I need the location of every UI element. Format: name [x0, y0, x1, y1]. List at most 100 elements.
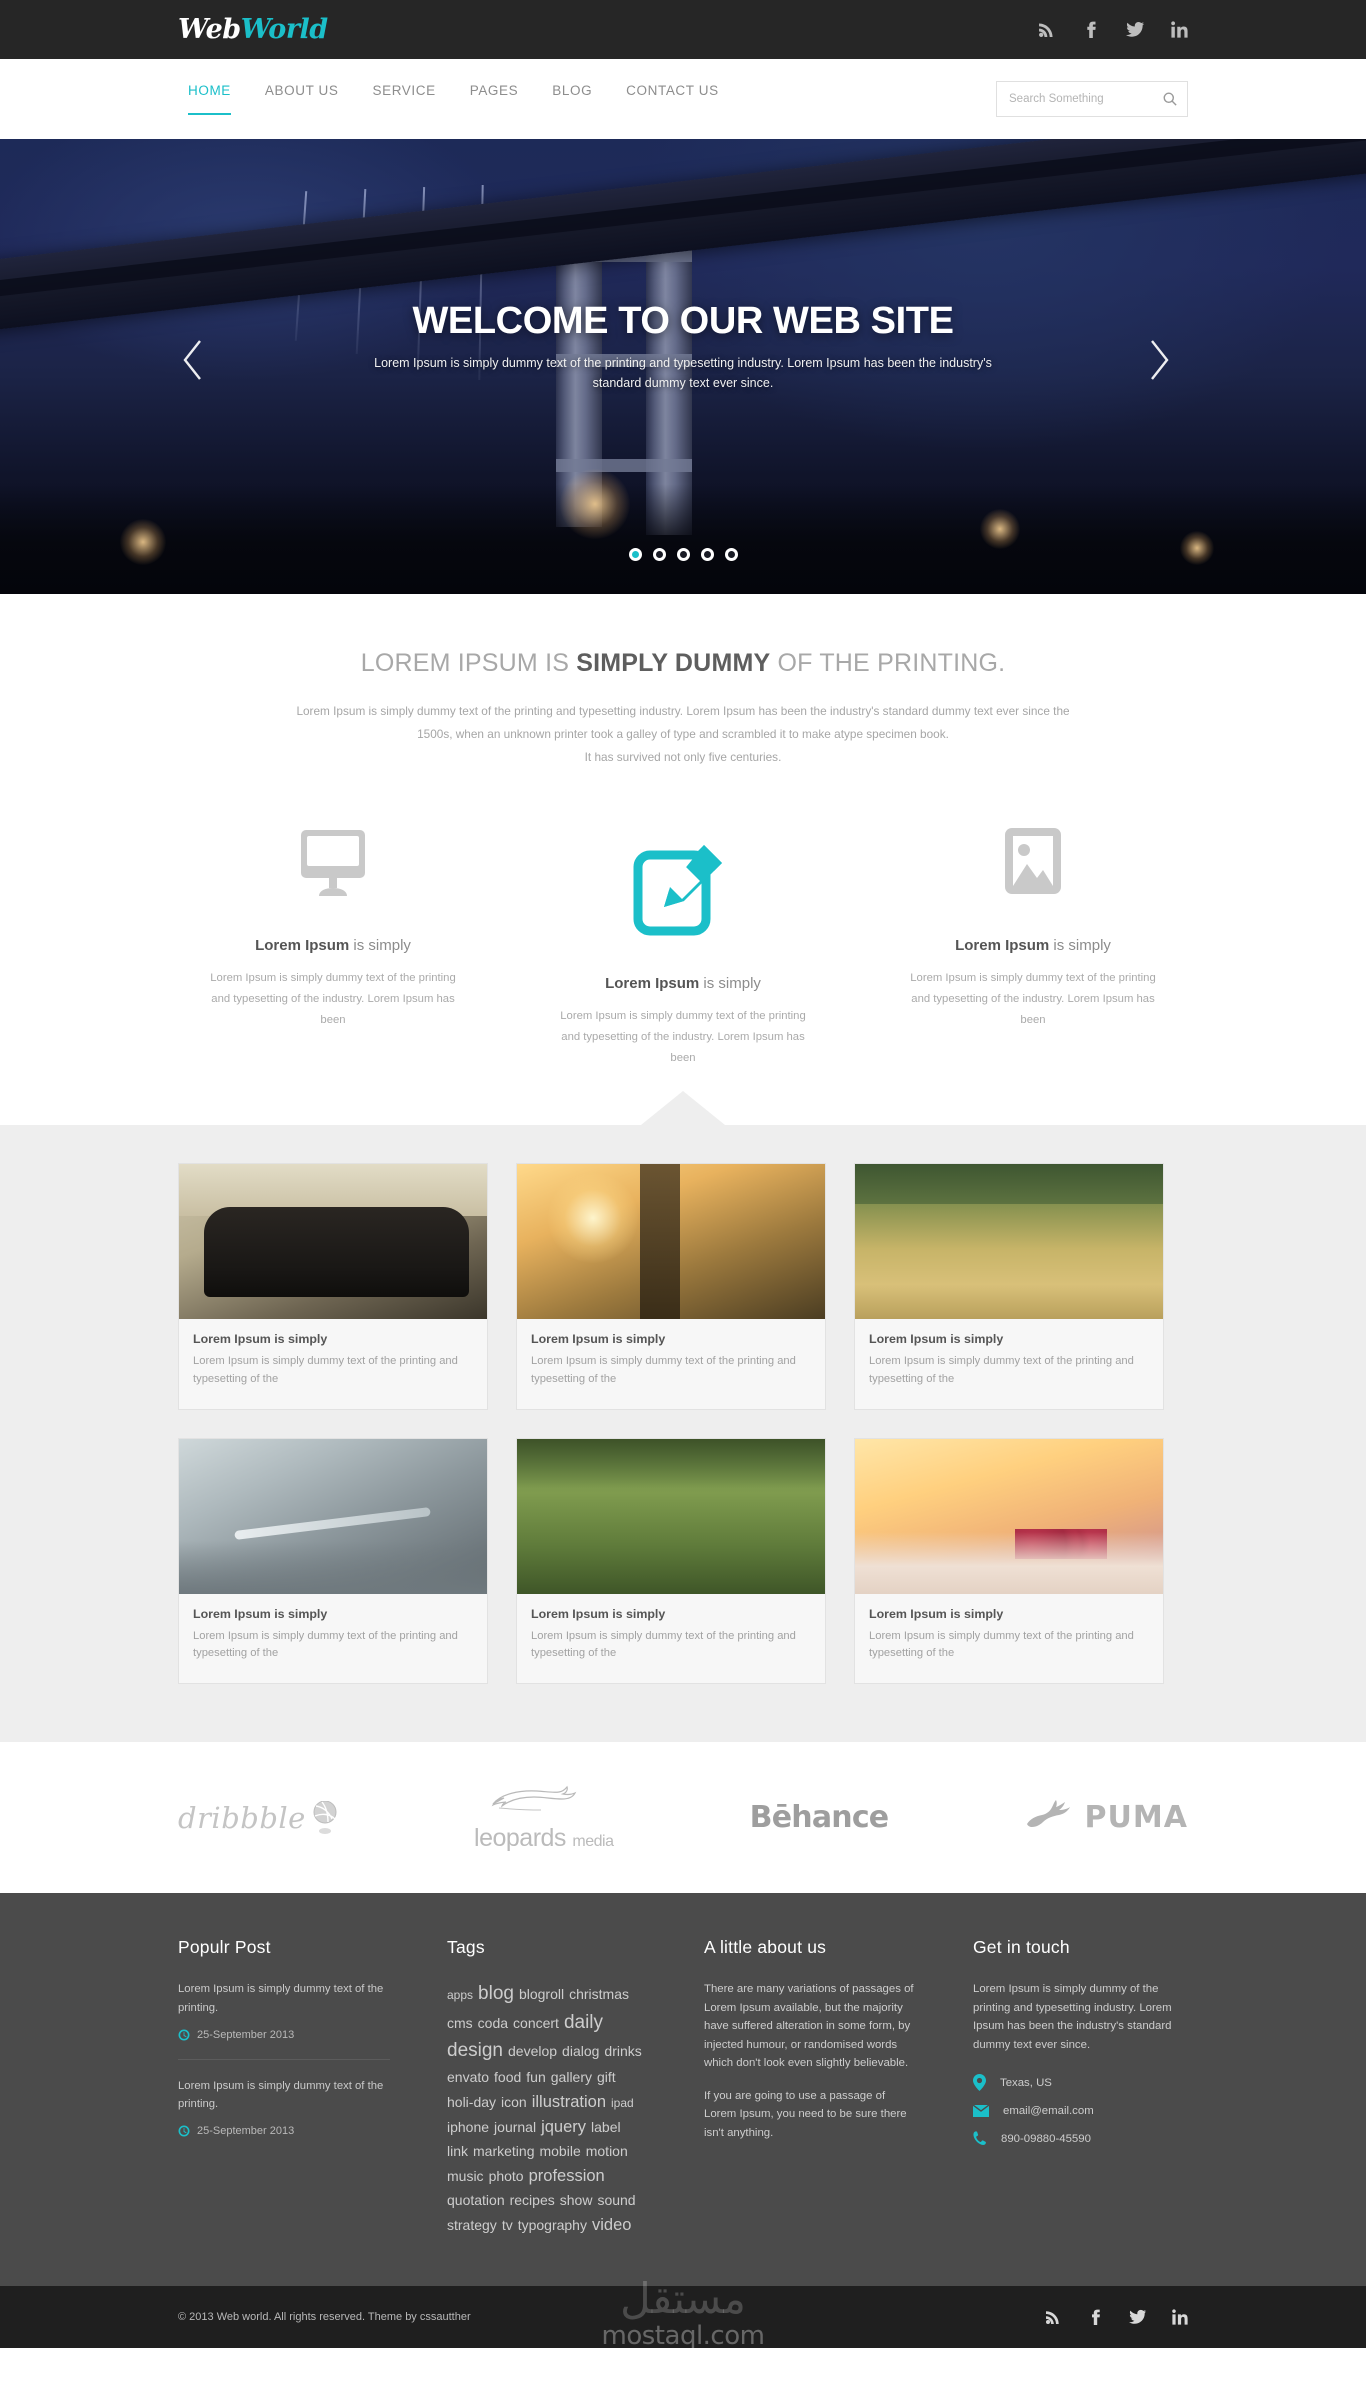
hero-dot-3[interactable]	[676, 548, 690, 561]
monitor-icon	[178, 809, 488, 919]
hero-dot-4[interactable]	[700, 548, 714, 561]
tag-item[interactable]: holi-day	[447, 2092, 496, 2113]
feature-card-monitor[interactable]: Lorem Ipsum is simply Lorem Ipsum is sim…	[178, 809, 488, 1031]
tag-item[interactable]: drinks	[604, 2041, 641, 2062]
popular-post-item[interactable]: Lorem Ipsum is simply dummy text of the …	[178, 2077, 390, 2140]
tag-item[interactable]: music	[447, 2166, 484, 2187]
contact-address-text: Texas, US	[1000, 2076, 1052, 2089]
portfolio-card-title: Lorem Ipsum is simply	[193, 1331, 328, 1346]
bottom-bar: © 2013 Web world. All rights reserved. T…	[0, 2285, 1366, 2348]
site-logo[interactable]: WebWorld	[178, 14, 328, 45]
tag-item[interactable]: blogroll	[519, 1984, 564, 2005]
tag-item[interactable]: fun	[526, 2067, 545, 2088]
contact-email-line[interactable]: email@email.com	[973, 2105, 1188, 2118]
portfolio-card[interactable]: Lorem Ipsum is simply Lorem Ipsum is sim…	[178, 1162, 488, 1410]
feature-card-image[interactable]: Lorem Ipsum is simply Lorem Ipsum is sim…	[878, 809, 1188, 1031]
tag-item[interactable]: mobile	[539, 2141, 580, 2162]
tag-item[interactable]: dialog	[562, 2041, 599, 2062]
tag-item[interactable]: cms	[447, 2013, 473, 2034]
tag-item[interactable]: blog	[478, 1980, 514, 2009]
nav-item-about-us[interactable]: ABOUT US	[248, 83, 356, 115]
contact-phone-line[interactable]: 890-09880-45590	[973, 2131, 1188, 2146]
hero-dot-1[interactable]	[628, 548, 642, 561]
popular-post-date: 25-September 2013	[178, 2026, 390, 2044]
tag-item[interactable]: video	[592, 2213, 631, 2238]
tag-item[interactable]: recipes	[510, 2190, 555, 2211]
search-input[interactable]	[1009, 93, 1163, 105]
tag-item[interactable]: typography	[518, 2215, 587, 2236]
popular-post-heading: Populr Post	[178, 1937, 271, 1958]
portfolio-card[interactable]: Lorem Ipsum is simply Lorem Ipsum is sim…	[516, 1162, 826, 1410]
tag-item[interactable]: gallery	[551, 2067, 592, 2088]
tag-item[interactable]: apps	[447, 1986, 473, 2004]
tag-item[interactable]: christmas	[569, 1984, 629, 2005]
tag-item[interactable]: profession	[529, 2164, 605, 2189]
tag-item[interactable]: photo	[489, 2166, 524, 2187]
tag-item[interactable]: tv	[502, 2215, 513, 2236]
contact-phone-text: 890-09880-45590	[1001, 2132, 1091, 2145]
linkedin-icon[interactable]	[1171, 21, 1188, 38]
tag-item[interactable]: concert	[513, 2013, 559, 2034]
tag-item[interactable]: jquery	[541, 2115, 586, 2140]
nav-item-home[interactable]: HOME	[178, 83, 248, 115]
dribbble-logo[interactable]: dribbble	[178, 1800, 338, 1835]
tag-item[interactable]: marketing	[473, 2141, 534, 2162]
tag-item[interactable]: coda	[478, 2013, 508, 2034]
facebook-icon[interactable]	[1082, 21, 1099, 38]
tag-item[interactable]: design	[447, 2037, 503, 2066]
nav-item-pages[interactable]: PAGES	[453, 83, 536, 115]
about-paragraph-2: If you are going to use a passage of Lor…	[704, 2089, 907, 2139]
tag-item[interactable]: daily	[564, 2009, 603, 2038]
tag-item[interactable]: envato	[447, 2067, 489, 2088]
linkedin-icon[interactable]	[1172, 2309, 1188, 2325]
portfolio-card[interactable]: Lorem Ipsum is simply Lorem Ipsum is sim…	[516, 1437, 826, 1685]
page-root: WebWorld HOME ABOUT US SERVICE PAGES BLO…	[0, 0, 1366, 2348]
hero-dot-5[interactable]	[724, 548, 738, 561]
portfolio-card[interactable]: Lorem Ipsum is simply Lorem Ipsum is sim…	[854, 1162, 1164, 1410]
tag-item[interactable]: quotation	[447, 2190, 505, 2211]
leopards-media-logo[interactable]: leopards media	[474, 1782, 614, 1853]
portfolio-card[interactable]: Lorem Ipsum is simply Lorem Ipsum is sim…	[178, 1437, 488, 1685]
tag-item[interactable]: show	[560, 2190, 593, 2211]
tag-item[interactable]: label	[591, 2117, 621, 2138]
nav-item-contact-us[interactable]: CONTACT US	[609, 83, 736, 115]
raspberries-photo	[855, 1438, 1163, 1594]
puma-cat-icon	[1026, 1799, 1070, 1827]
tag-item[interactable]: journal	[494, 2117, 536, 2138]
portfolio-card[interactable]: Lorem Ipsum is simply Lorem Ipsum is sim…	[854, 1437, 1164, 1685]
tag-item[interactable]: iphone	[447, 2117, 489, 2138]
twitter-icon[interactable]	[1126, 21, 1144, 38]
rss-icon[interactable]	[1038, 21, 1055, 38]
tag-item[interactable]: strategy	[447, 2215, 497, 2236]
puma-logo[interactable]: PUMA	[1025, 1798, 1188, 1838]
tag-item[interactable]: develop	[508, 2041, 557, 2062]
tag-item[interactable]: link	[447, 2141, 468, 2162]
behance-logo[interactable]: Bēhance	[750, 1800, 890, 1835]
hero-dot-2[interactable]	[652, 548, 666, 561]
tag-item[interactable]: sound	[597, 2190, 635, 2211]
tag-item[interactable]: ipad	[611, 2094, 634, 2112]
about-paragraph-1: There are many variations of passages of…	[704, 1983, 914, 2070]
search-icon[interactable]	[1163, 92, 1177, 106]
hero-prev-arrow[interactable]	[180, 337, 220, 397]
feature-title-rest: is simply	[349, 937, 411, 954]
feature-card-edit[interactable]: Lorem Ipsum is simply Lorem Ipsum is sim…	[528, 827, 838, 1069]
popular-post-item[interactable]: Lorem Ipsum is simply dummy text of the …	[178, 1980, 390, 2043]
tag-item[interactable]: motion	[586, 2141, 628, 2162]
tag-item[interactable]: icon	[501, 2092, 527, 2113]
portfolio-grid: Lorem Ipsum is simply Lorem Ipsum is sim…	[178, 1162, 1188, 1685]
hero-next-arrow[interactable]	[1146, 337, 1186, 397]
twitter-icon[interactable]	[1129, 2309, 1146, 2325]
tag-item[interactable]: gift	[597, 2067, 616, 2088]
facebook-icon[interactable]	[1087, 2309, 1103, 2325]
nav-item-blog[interactable]: BLOG	[535, 83, 609, 115]
search-box[interactable]	[996, 81, 1188, 117]
hero-slider-dots	[0, 548, 1366, 561]
tag-item[interactable]: illustration	[532, 2090, 606, 2115]
tag-item[interactable]: food	[494, 2067, 521, 2088]
rss-icon[interactable]	[1045, 2309, 1061, 2325]
image-icon	[878, 809, 1188, 919]
nav-item-service[interactable]: SERVICE	[355, 83, 452, 115]
logo-text-part1: Web	[178, 14, 241, 45]
popular-post-date: 25-September 2013	[178, 2122, 390, 2140]
